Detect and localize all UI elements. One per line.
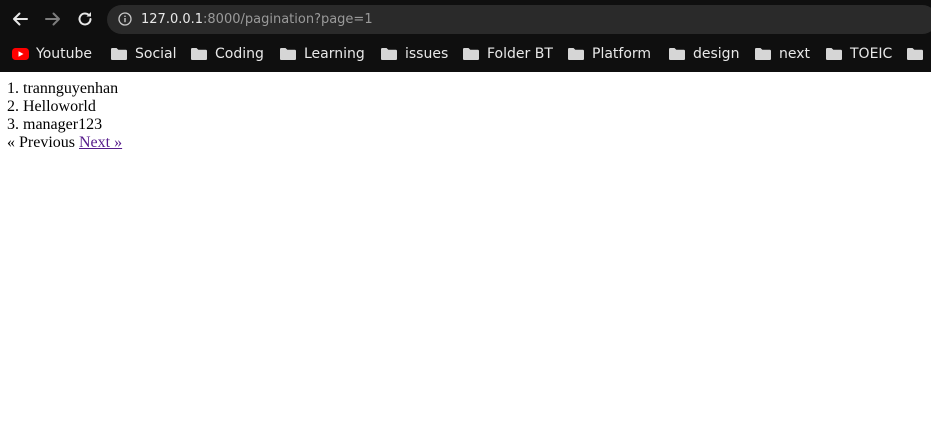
previous-page-label: « Previous xyxy=(7,134,75,151)
folder-icon xyxy=(381,47,397,61)
back-button[interactable] xyxy=(10,9,30,29)
user-list-item: 2. Helloworld xyxy=(7,98,96,115)
youtube-icon xyxy=(12,47,29,61)
folder-icon xyxy=(755,47,771,61)
bookmark-folder-coding[interactable]: Coding xyxy=(191,42,264,66)
page-content: 1. trannguyenhan 2. Helloworld 3. manage… xyxy=(0,72,931,160)
forward-arrow-icon xyxy=(45,12,60,26)
reload-icon xyxy=(78,12,92,26)
folder-icon xyxy=(568,47,584,61)
folder-icon xyxy=(191,47,207,61)
user-list-item: 3. manager123 xyxy=(7,116,103,133)
bookmark-label: Coding xyxy=(215,46,264,62)
pagination: « Previous Next » xyxy=(7,134,924,152)
folder-icon xyxy=(826,47,842,61)
bookmarks-bar: Youtube Social Coding Learning issues Fo… xyxy=(0,38,931,72)
bookmark-folder-folder-bt[interactable]: Folder BT xyxy=(463,42,553,66)
folder-icon xyxy=(111,47,127,61)
user-list-item: 1. trannguyenhan xyxy=(7,80,119,97)
bookmark-folder-overflow[interactable] xyxy=(907,42,931,66)
url-host: 127.0.0.1 xyxy=(141,12,204,27)
next-page-link[interactable]: Next » xyxy=(79,134,122,151)
bookmark-youtube[interactable]: Youtube xyxy=(12,42,92,66)
bookmark-label: Platform xyxy=(592,46,652,62)
forward-button[interactable] xyxy=(43,9,63,29)
url-text: 127.0.0.1:8000/pagination?page=1 xyxy=(141,11,373,28)
site-info-icon[interactable] xyxy=(118,12,132,26)
bookmark-label: next xyxy=(779,46,811,62)
url-path: :8000/pagination?page=1 xyxy=(203,12,373,27)
bookmark-label: design xyxy=(693,46,740,62)
back-arrow-icon xyxy=(13,12,28,26)
bookmark-folder-design[interactable]: design xyxy=(669,42,739,66)
browser-toolbar: 127.0.0.1:8000/pagination?page=1 xyxy=(0,0,931,38)
bookmark-folder-toeic[interactable]: TOEIC xyxy=(826,42,892,66)
bookmark-label: Social xyxy=(135,46,177,62)
bookmark-folder-next[interactable]: next xyxy=(755,42,810,66)
folder-icon xyxy=(907,47,923,61)
address-bar[interactable]: 127.0.0.1:8000/pagination?page=1 xyxy=(107,5,931,34)
bookmark-label: Folder BT xyxy=(487,46,553,62)
bookmark-folder-issues[interactable]: issues xyxy=(381,42,448,66)
folder-icon xyxy=(280,47,296,61)
bookmark-folder-learning[interactable]: Learning xyxy=(280,42,365,66)
browser-chrome: 127.0.0.1:8000/pagination?page=1 Youtube… xyxy=(0,0,931,72)
folder-icon xyxy=(463,47,479,61)
bookmark-label: Youtube xyxy=(36,46,92,62)
bookmark-folder-social[interactable]: Social xyxy=(111,42,177,66)
bookmark-folder-platform[interactable]: Platform xyxy=(568,42,651,66)
reload-button[interactable] xyxy=(75,9,95,29)
bookmark-label: Learning xyxy=(304,46,365,62)
folder-icon xyxy=(669,47,685,61)
bookmark-label: issues xyxy=(405,46,449,62)
bookmark-label: TOEIC xyxy=(850,46,893,62)
